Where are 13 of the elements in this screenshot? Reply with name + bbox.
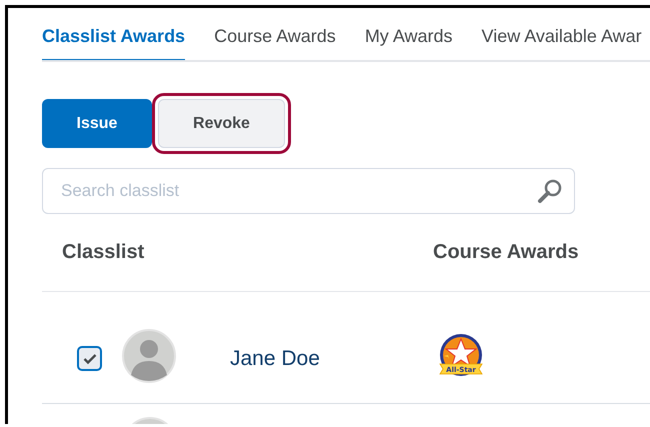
column-header: Course Awards: [433, 241, 579, 264]
avatar-icon: [122, 329, 176, 383]
search-field[interactable]: Search classlist: [42, 168, 575, 214]
tab[interactable]: My Awards: [364, 26, 453, 60]
checkbox[interactable]: [77, 346, 102, 371]
student-name[interactable]: Jane Doe: [230, 346, 430, 370]
search-icon[interactable]: [537, 178, 563, 204]
checkmark-icon: [82, 352, 96, 364]
tab[interactable]: Classlist Awards: [42, 26, 186, 60]
issue-button[interactable]: Issue: [42, 99, 152, 148]
tab[interactable]: Course Awards: [214, 26, 336, 60]
tab[interactable]: View Available Awar: [482, 26, 642, 60]
column-header: Classlist: [62, 241, 146, 264]
